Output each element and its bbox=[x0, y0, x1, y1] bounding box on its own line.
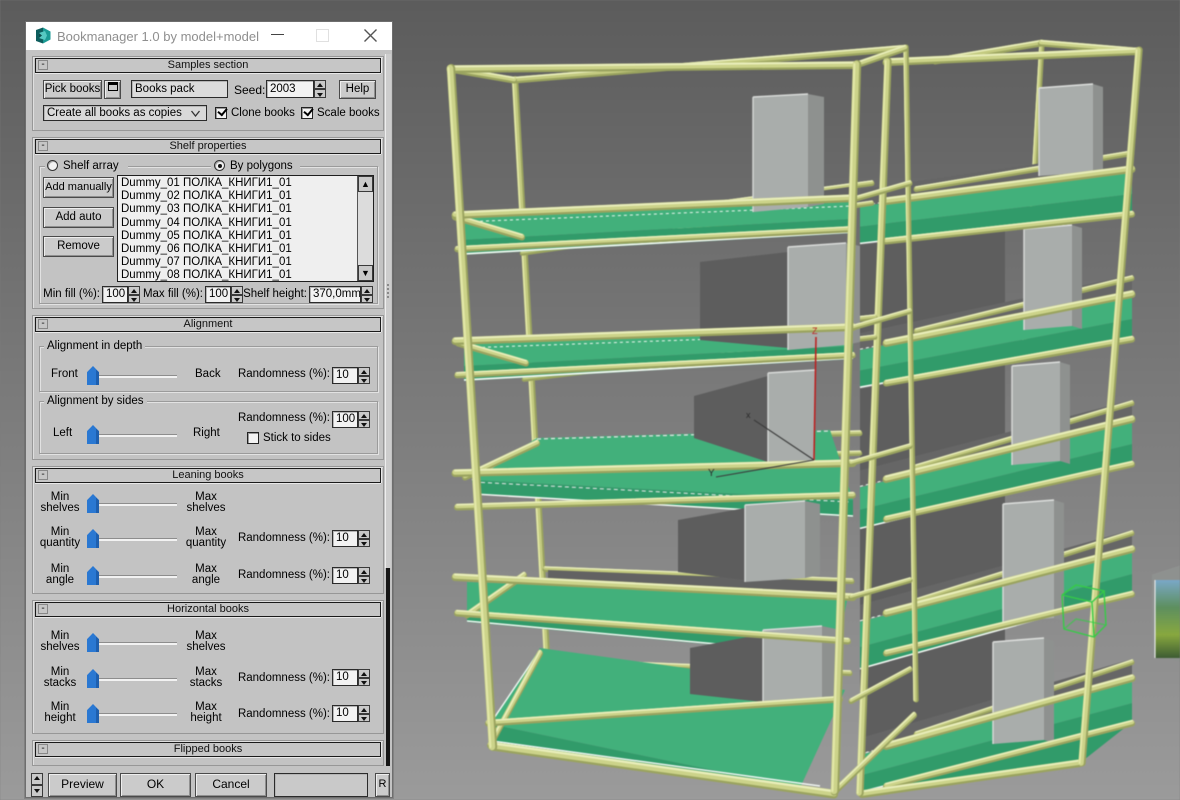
svg-text:x: x bbox=[746, 410, 751, 420]
svg-text:Y: Y bbox=[708, 468, 715, 479]
svg-text:Z: Z bbox=[812, 326, 818, 336]
